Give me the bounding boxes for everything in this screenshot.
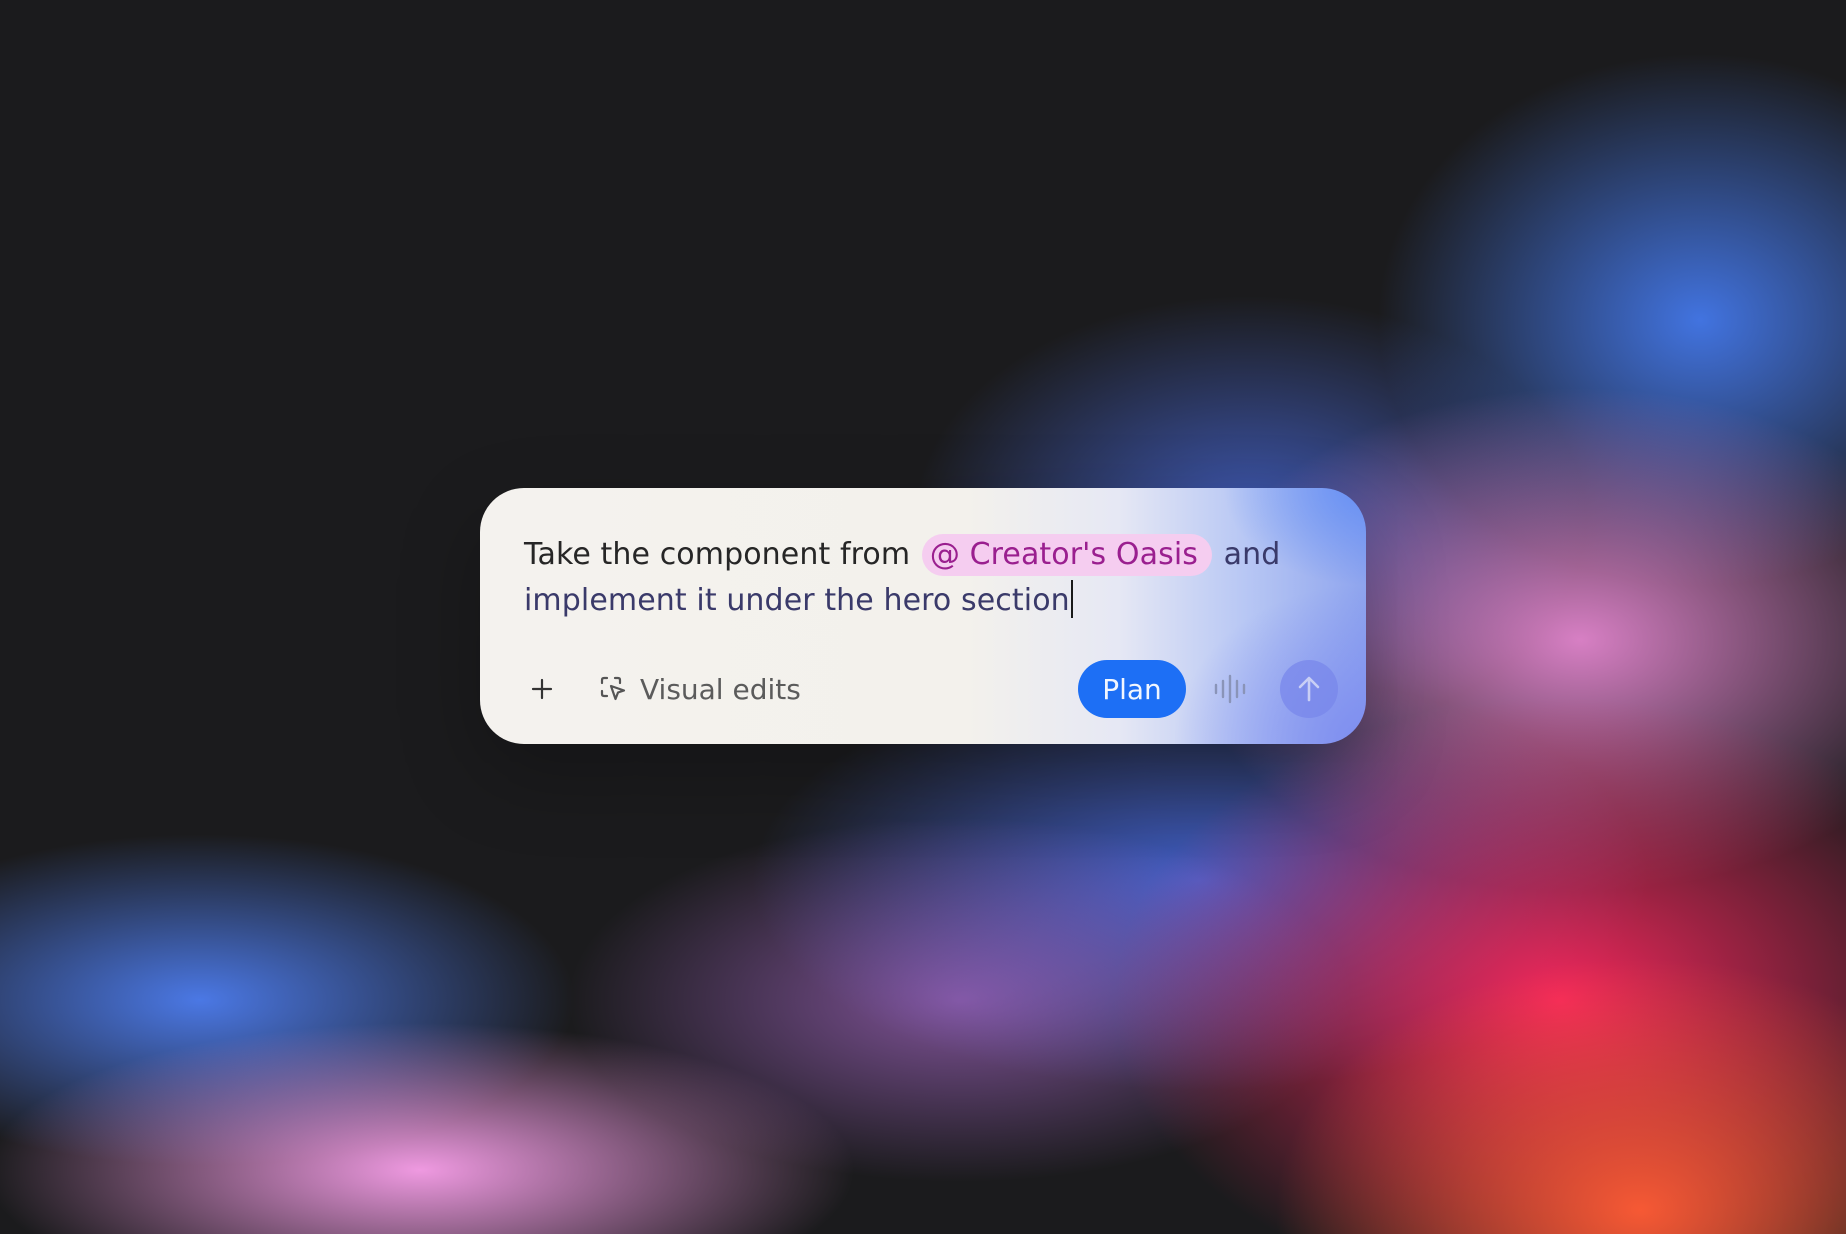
add-button[interactable] <box>520 667 564 711</box>
composer-toolbar: Visual edits Plan <box>480 658 1366 720</box>
send-button[interactable] <box>1280 660 1338 718</box>
voice-input-button[interactable] <box>1208 667 1252 711</box>
visual-edits-label: Visual edits <box>640 672 801 706</box>
text-caret <box>1070 580 1073 618</box>
prompt-input[interactable]: Take the component from @ Creator's Oasi… <box>524 532 1314 624</box>
prompt-text-before: Take the component from <box>524 537 920 572</box>
arrow-up-icon <box>1298 676 1320 702</box>
mention-chip[interactable]: @ Creator's Oasis <box>921 534 1212 576</box>
waveform-icon <box>1214 674 1246 704</box>
cursor-select-icon <box>600 676 626 701</box>
visual-edits-button[interactable]: Visual edits <box>590 664 809 714</box>
prompt-composer: Take the component from @ Creator's Oasi… <box>480 488 1366 744</box>
plus-icon <box>531 678 553 700</box>
plan-button[interactable]: Plan <box>1078 660 1186 718</box>
